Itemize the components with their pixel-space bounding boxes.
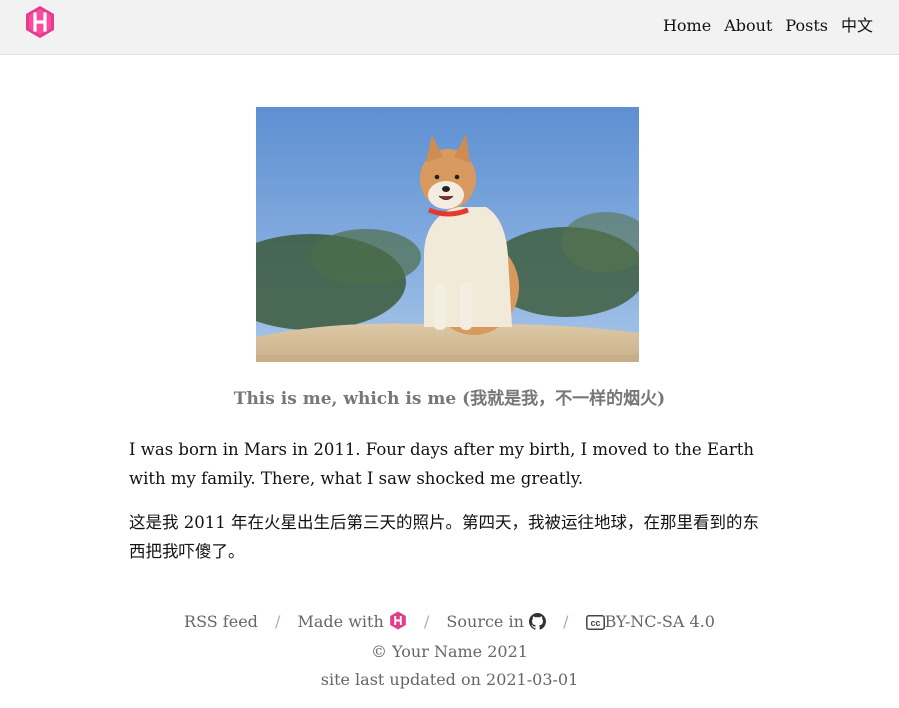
main-nav: Home About Posts 中文 xyxy=(663,16,873,36)
paragraph-chinese: 这是我 2011 年在火星出生后第三天的照片。第四天，我被运往地球，在那里看到的… xyxy=(129,513,759,561)
nav-posts-link[interactable]: Posts xyxy=(785,16,828,36)
nav-about-link[interactable]: About xyxy=(724,16,772,36)
github-icon xyxy=(529,613,546,630)
creative-commons-icon: cc xyxy=(585,615,605,630)
footer-links: RSS feed / Made with / Source in / cc BY… xyxy=(0,611,899,633)
top-navbar: Home About Posts 中文 xyxy=(0,0,899,55)
hugo-logo-icon[interactable] xyxy=(389,611,407,630)
source-link[interactable]: Source in xyxy=(446,612,551,631)
copyright-text: © Your Name 2021 xyxy=(371,642,528,661)
footer-separator: / xyxy=(563,612,569,631)
svg-text:cc: cc xyxy=(590,618,600,628)
footer-separator: / xyxy=(275,612,281,631)
license-label: BY-NC-SA 4.0 xyxy=(604,612,715,631)
made-with-label: Made with xyxy=(297,612,384,631)
nav-home-link[interactable]: Home xyxy=(663,16,711,36)
footer-separator: / xyxy=(423,612,430,631)
license-link[interactable]: cc BY-NC-SA 4.0 xyxy=(585,612,715,631)
hugo-logo-icon[interactable] xyxy=(24,5,56,39)
profile-photo xyxy=(256,107,639,362)
about-content: I was born in Mars in 2011. Four days af… xyxy=(129,435,769,581)
rss-feed-link[interactable]: RSS feed xyxy=(184,612,258,631)
paragraph-english: I was born in Mars in 2011. Four days af… xyxy=(129,440,754,488)
last-updated-text: site last updated on 2021-03-01 xyxy=(320,670,579,689)
photo-caption: This is me, which is me (我就是我，不一样的烟火) xyxy=(233,389,666,409)
source-label: Source in xyxy=(446,612,524,631)
nav-chinese-link[interactable]: 中文 xyxy=(841,16,873,36)
